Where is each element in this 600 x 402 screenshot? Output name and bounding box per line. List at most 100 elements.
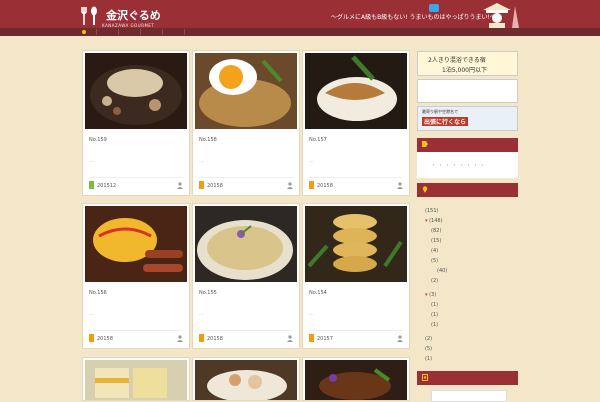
fried-rice-egg-photo: [195, 53, 297, 129]
post-date: 20157: [317, 336, 333, 342]
post-card[interactable]: No.154 ... 20157: [303, 204, 409, 348]
category-count[interactable]: (1): [431, 310, 447, 320]
divider: [199, 330, 293, 331]
main-navigation: [0, 28, 600, 36]
site-title: 金沢ぐるめ: [106, 9, 161, 22]
user-icon: [397, 182, 403, 189]
kanazawa-illustration-icon: [483, 3, 519, 28]
ad-banner-business-trip[interactable]: 最寄り駅や空港名で 出張に行くなら: [417, 106, 518, 131]
post-thumbnail[interactable]: [195, 360, 297, 400]
post-thumbnail[interactable]: [305, 360, 407, 400]
chicken-cutlet-photo: [305, 53, 407, 129]
site-logo[interactable]: 金沢ぐるめ KANAZAWA GOURMET: [80, 4, 161, 28]
search-icon: [422, 374, 428, 381]
category-expand-item[interactable]: ▾ (148): [425, 216, 447, 226]
post-date: 20158: [97, 336, 113, 342]
nav-separator: [118, 29, 119, 35]
post-card[interactable]: No.155 ... 20158: [193, 204, 299, 348]
post-date: 20158: [207, 183, 223, 189]
ad-text-line1: 2人きり混浴できる宿: [428, 57, 486, 64]
omurice-sausage-photo: [85, 206, 187, 282]
post-thumbnail[interactable]: [305, 53, 407, 129]
triangle-down-icon: ▾: [425, 218, 428, 224]
post-excerpt: ...: [199, 311, 204, 317]
home-icon[interactable]: [82, 30, 86, 34]
category-count[interactable]: (1): [431, 300, 447, 310]
user-icon: [177, 335, 183, 342]
post-number: No.158: [199, 137, 217, 143]
category-count[interactable]: (1): [425, 354, 447, 364]
udon-photo: [90, 65, 182, 125]
post-excerpt: ...: [309, 158, 314, 164]
widget-header-search: [417, 371, 518, 385]
category-count[interactable]: (4): [431, 246, 447, 256]
post-card[interactable]: No.157 ... 20158: [303, 51, 409, 195]
ad-text-line2: 出張に行くなら: [422, 117, 469, 126]
site-header: 金沢ぐるめ KANAZAWA GOURMET 〜グルメにA級もB級もない! うま…: [0, 0, 600, 28]
ad-text-line2: 1泊5,000円以下: [442, 67, 487, 74]
user-icon: [397, 335, 403, 342]
ad-banner-empty[interactable]: [417, 79, 518, 103]
post-number: No.156: [89, 290, 107, 296]
category-badge[interactable]: [309, 334, 314, 342]
post-thumbnail[interactable]: [195, 206, 297, 282]
twitter-icon[interactable]: [429, 4, 439, 12]
category-list: (151) ▾ (148) (82) (15) (4) (5) (40) (2)…: [425, 206, 447, 364]
nav-separator: [140, 29, 141, 35]
hamburg-steak-photo: [305, 360, 407, 400]
post-number: No.157: [309, 137, 327, 143]
user-icon: [177, 182, 183, 189]
category-badge[interactable]: [89, 181, 94, 189]
search-input[interactable]: [431, 390, 507, 402]
user-icon: [287, 335, 293, 342]
post-thumbnail[interactable]: [305, 206, 407, 282]
category-badge[interactable]: [309, 181, 314, 189]
post-card[interactable]: No.156 ... 20158: [83, 204, 189, 348]
post-number: No.155: [199, 290, 217, 296]
category-count[interactable]: (82): [431, 226, 447, 236]
post-thumbnail[interactable]: [85, 206, 187, 282]
category-count: (3): [429, 292, 437, 298]
post-card[interactable]: No.159 ... 201512: [83, 51, 189, 195]
category-badge[interactable]: [199, 334, 204, 342]
divider: [89, 177, 183, 178]
nav-separator: [96, 29, 97, 35]
post-thumbnail[interactable]: [85, 360, 187, 400]
tag-list[interactable]: ・・・・・・・・: [431, 162, 487, 169]
widget-header-categories: [417, 183, 518, 197]
widget-header-tags: [417, 138, 518, 152]
nav-separator: [162, 29, 163, 35]
divider: [309, 330, 403, 331]
category-count[interactable]: (40): [437, 266, 447, 276]
post-date: 20158: [207, 336, 223, 342]
category-count[interactable]: (15): [431, 236, 447, 246]
post-excerpt: ...: [89, 158, 94, 164]
category-count[interactable]: (5): [431, 256, 447, 266]
category-count[interactable]: (151): [425, 206, 447, 216]
post-thumbnail[interactable]: [85, 53, 187, 129]
sandwich-photo: [85, 360, 187, 400]
category-badge[interactable]: [199, 181, 204, 189]
post-excerpt: ...: [89, 311, 94, 317]
salad-photo: [195, 360, 297, 400]
category-expand-item[interactable]: ▾ (3): [425, 290, 447, 300]
doria-photo: [195, 206, 297, 282]
divider: [89, 330, 183, 331]
post-date: 201512: [97, 183, 117, 189]
nav-separator: [184, 29, 185, 35]
post-thumbnail[interactable]: [195, 53, 297, 129]
post-card[interactable]: [303, 358, 409, 400]
category-badge[interactable]: [89, 334, 94, 342]
post-card[interactable]: No.158 ... 20158: [193, 51, 299, 195]
category-count[interactable]: (2): [425, 334, 447, 344]
pin-icon: [422, 186, 428, 193]
post-number: No.154: [309, 290, 327, 296]
post-card[interactable]: [193, 358, 299, 400]
category-count[interactable]: (2): [431, 276, 447, 286]
post-card[interactable]: [83, 358, 189, 400]
post-date: 20158: [317, 183, 333, 189]
category-count[interactable]: (1): [431, 320, 447, 330]
ad-banner-onsen[interactable]: 2人きり混浴できる宿 1泊5,000円以下: [417, 51, 518, 76]
category-count: (148): [429, 218, 443, 224]
category-count[interactable]: (5): [425, 344, 447, 354]
